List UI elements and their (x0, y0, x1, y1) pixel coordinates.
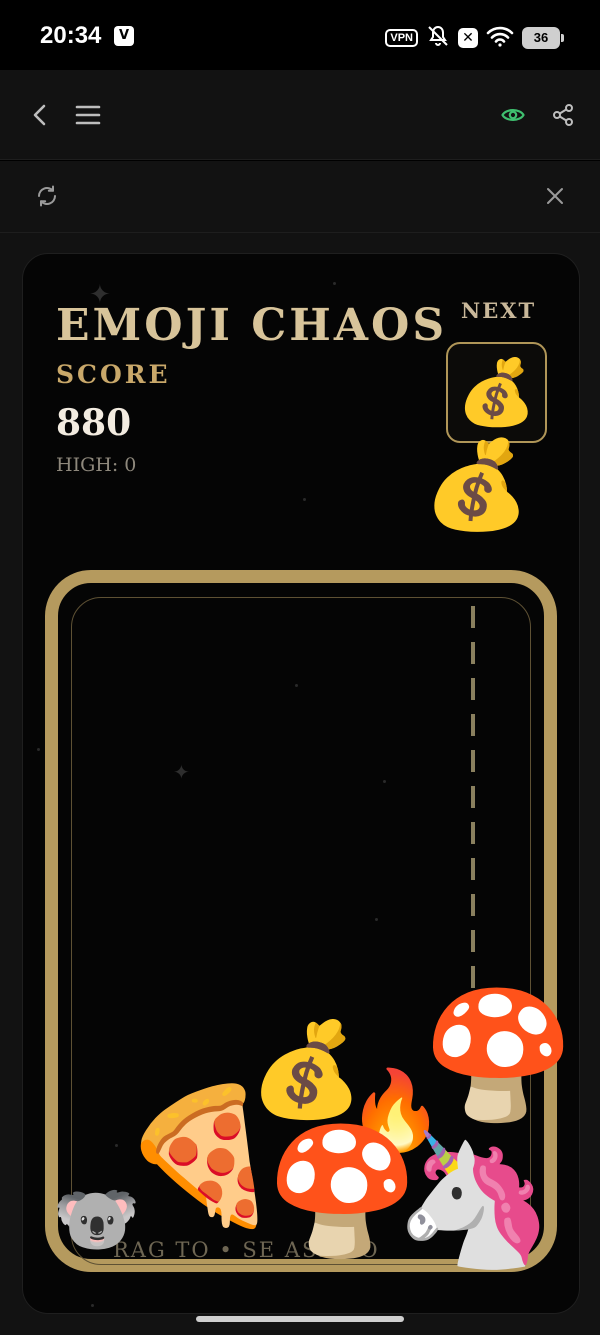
preview-toggle-button[interactable] (498, 100, 528, 130)
high-score: HIGH: 0 (56, 454, 137, 476)
battery-icon: 36 (522, 27, 564, 49)
score-value: 880 (56, 402, 132, 444)
refresh-icon (38, 185, 56, 207)
vpn-icon: VPN (385, 29, 418, 47)
back-button[interactable] (25, 100, 55, 130)
menu-button[interactable] (73, 100, 103, 130)
unicorn-piece: 🦄 (393, 1123, 555, 1275)
wifi-icon (486, 25, 514, 51)
star-dot (91, 1304, 94, 1307)
next-piece-preview: 💰 (446, 342, 547, 443)
share-icon (553, 104, 573, 126)
game-title: EMOJI CHAOS (56, 300, 448, 351)
drop-guide-line (471, 606, 475, 1006)
close-icon (547, 188, 563, 204)
eye-icon (501, 109, 525, 121)
status-bar: 20:34 V VPN ✕ 36 (0, 0, 600, 70)
app-notification-icon: V (114, 26, 134, 46)
status-time: 20:34 (40, 22, 102, 49)
top-navigation-bar (0, 70, 600, 160)
home-indicator[interactable] (196, 1316, 404, 1322)
next-label: NEXT (461, 298, 537, 323)
hamburger-menu-icon (75, 105, 101, 125)
star-dot (37, 748, 40, 751)
close-button[interactable] (540, 181, 570, 211)
current-drop-piece[interactable]: 💰 (423, 442, 530, 528)
star-dot (333, 282, 336, 285)
preview-toolbar (0, 161, 600, 233)
game-card[interactable]: ✦ ✦ EMOJI CHAOS SCORE 880 HIGH: 0 NEXT 💰… (22, 253, 580, 1314)
refresh-button[interactable] (32, 181, 62, 211)
x-app-icon: ✕ (458, 28, 478, 48)
share-button[interactable] (548, 100, 578, 130)
next-piece-emoji: 💰 (456, 355, 537, 430)
status-icons: VPN ✕ 36 (385, 24, 564, 52)
star-dot (303, 498, 306, 501)
koala-piece: 🐨 (53, 1178, 141, 1260)
mushroom-piece: 🍄 (421, 984, 576, 1128)
score-label: SCORE (56, 360, 171, 389)
chevron-left-icon (33, 104, 46, 126)
mute-bell-icon (426, 24, 450, 52)
